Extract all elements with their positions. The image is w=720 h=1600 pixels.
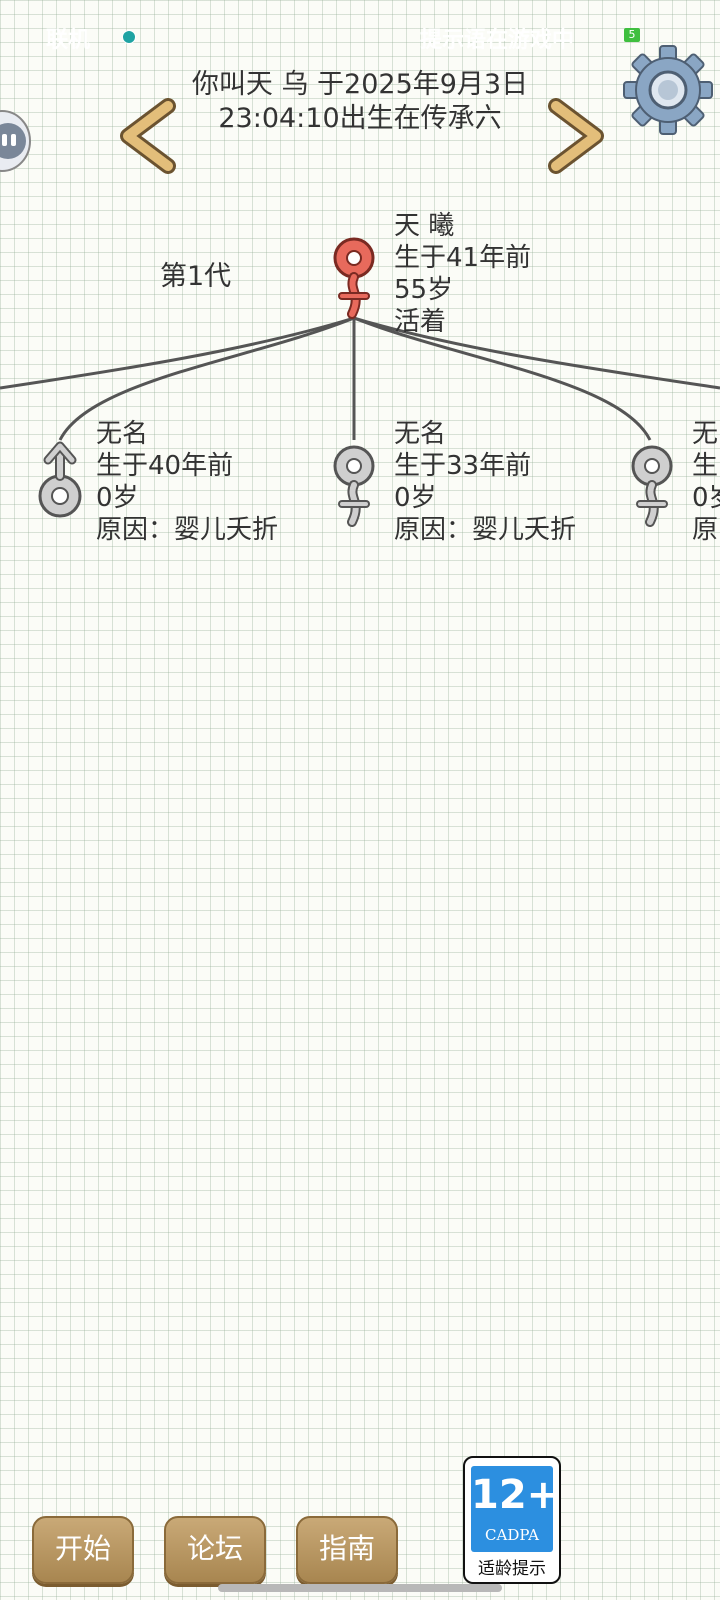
female-deceased-icon[interactable]	[628, 442, 676, 528]
root-name: 天 曦	[394, 211, 455, 241]
next-arrow-icon[interactable]	[540, 98, 610, 174]
child-node-info-2[interactable]: 无名 生于33年前 0岁 原因：婴儿夭折	[394, 418, 576, 546]
home-indicator[interactable]	[218, 1584, 502, 1592]
child-name: 无	[692, 419, 719, 449]
child-name: 无名	[96, 419, 149, 449]
female-alive-icon[interactable]	[330, 234, 378, 320]
child-age: 0岁	[96, 483, 139, 513]
root-node-info[interactable]: 天 曦 生于41年前 55岁 活着	[394, 210, 531, 338]
root-age: 55岁	[394, 275, 454, 305]
child-age: 0岁	[394, 483, 437, 513]
settings-gear-icon[interactable]	[622, 44, 714, 136]
side-float-handle-icon[interactable]	[0, 108, 36, 174]
child-name: 无名	[394, 419, 447, 449]
forum-button[interactable]: 论坛	[164, 1516, 266, 1584]
female-deceased-icon[interactable]	[330, 442, 378, 528]
male-deceased-icon[interactable]	[34, 440, 86, 524]
child-node-info-3[interactable]: 无 生 0岁 原	[692, 418, 720, 546]
child-status: 原因：婴儿夭折	[96, 515, 279, 545]
status-right-text: 提示语在游戏中	[420, 28, 575, 53]
status-left-text: 联机	[46, 28, 91, 53]
header-line-2: 23:04:10出生在传承六	[218, 103, 502, 134]
child-born: 生于33年前	[394, 451, 532, 481]
age-rating-org: CADPA	[485, 1526, 539, 1544]
child-born: 生于40年前	[96, 451, 234, 481]
notification-icon	[122, 30, 136, 44]
header-line-1: 你叫天 乌 于2025年9月3日	[191, 69, 529, 100]
status-bar: 联机 提示语在游戏中 5	[0, 0, 720, 70]
age-rating-badge[interactable]: 12+ CADPA 适龄提示	[463, 1456, 561, 1584]
child-node-info-1[interactable]: 无名 生于40年前 0岁 原因：婴儿夭折	[96, 418, 278, 546]
age-rating-number: 12+	[471, 1472, 561, 1518]
age-rating-tip: 适龄提示	[478, 1559, 546, 1579]
root-status: 活着	[394, 307, 447, 337]
age-rating-panel: 12+ CADPA	[471, 1466, 561, 1552]
generation-label: 第1代	[160, 261, 232, 292]
child-born: 生	[692, 451, 719, 481]
child-age: 0岁	[692, 483, 720, 513]
guide-button[interactable]: 指南	[296, 1516, 398, 1584]
child-status: 原因：婴儿夭折	[394, 515, 577, 545]
child-status: 原	[692, 515, 719, 545]
battery-icon: 5	[624, 28, 640, 42]
root-born: 生于41年前	[394, 243, 532, 273]
start-button[interactable]: 开始	[32, 1516, 134, 1584]
birth-info-header: 你叫天 乌 于2025年9月3日 23:04:10出生在传承六	[150, 68, 570, 136]
